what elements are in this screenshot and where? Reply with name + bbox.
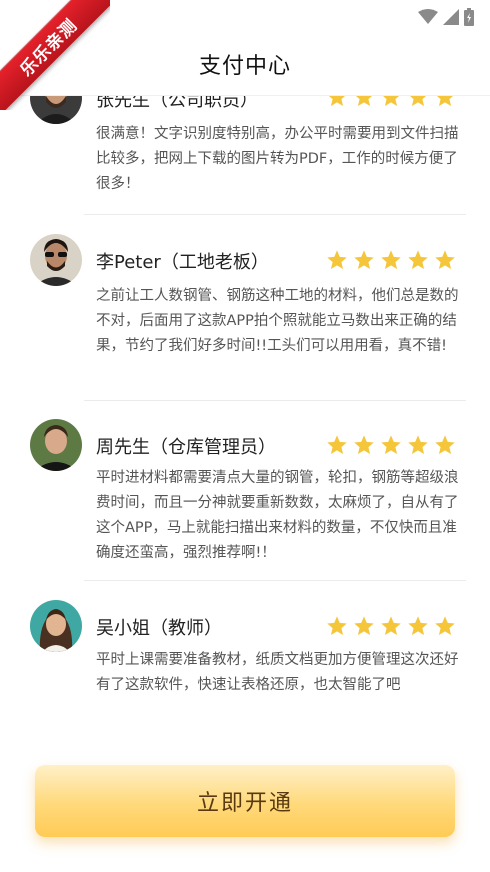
reviewer-name: 李Peter（工地老板）	[96, 252, 269, 273]
star-icon	[435, 250, 455, 269]
star-icon	[327, 616, 347, 635]
star-icon	[354, 435, 374, 454]
divider	[84, 400, 466, 401]
star-icon	[408, 250, 428, 269]
review-text: 平时进材料都需要清点大量的钢管，轮扣，钢筋等超级浪费时间，而且一分神就要重新数数…	[96, 470, 459, 561]
page-title: 支付中心	[198, 54, 291, 79]
star-rating	[326, 615, 456, 637]
reviewer-name: 周先生（仓库管理员）	[96, 437, 276, 458]
activate-now-button[interactable]: 立即开通	[35, 765, 455, 837]
status-bar	[0, 0, 490, 34]
avatar	[30, 419, 82, 471]
star-icon	[381, 435, 401, 454]
star-icon	[381, 616, 401, 635]
star-icon	[354, 250, 374, 269]
battery-icon	[464, 8, 474, 26]
star-icon	[327, 250, 347, 269]
star-icon	[408, 616, 428, 635]
wifi-icon	[418, 9, 438, 24]
star-rating	[326, 249, 456, 271]
header: 支付中心	[0, 34, 490, 96]
avatar	[30, 600, 82, 652]
divider	[84, 214, 466, 215]
star-icon	[435, 616, 455, 635]
star-icon	[381, 250, 401, 269]
signal-icon	[443, 9, 459, 25]
review-text: 平时上课需要准备教材，纸质文档更加方便管理这次还好有了这款软件，快速让表格还原，…	[96, 652, 459, 693]
star-icon	[435, 435, 455, 454]
star-icon	[354, 616, 374, 635]
divider	[84, 580, 466, 581]
avatar	[30, 234, 82, 286]
star-icon	[408, 435, 428, 454]
review-text: 很满意！文字识别度特别高，办公平时需要用到文件扫描比较多，把网上下载的图片转为P…	[96, 126, 459, 192]
status-icons	[418, 8, 474, 26]
review-text: 之前让工人数钢管、钢筋这种工地的材料，他们总是数的不对，后面用了这款APP拍个照…	[96, 288, 459, 354]
star-rating	[326, 434, 456, 456]
reviewer-name: 吴小姐（教师）	[96, 618, 222, 639]
star-icon	[327, 435, 347, 454]
